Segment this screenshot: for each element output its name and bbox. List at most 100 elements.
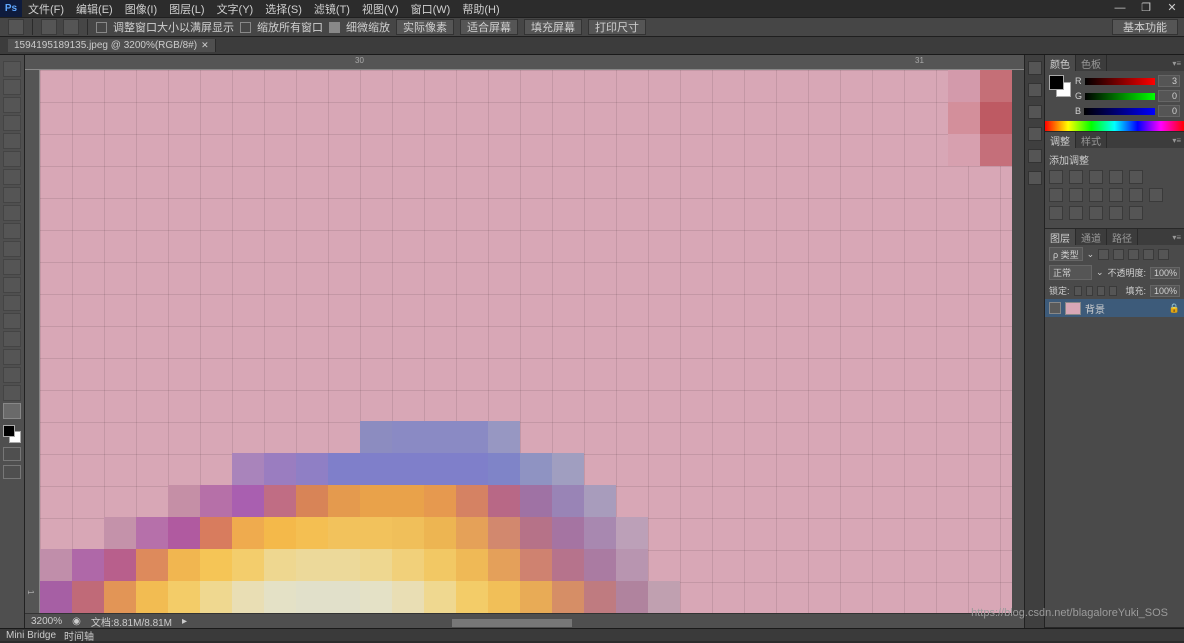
tab-color[interactable]: 颜色 — [1045, 55, 1076, 71]
exposure-icon[interactable] — [1109, 170, 1123, 184]
layer-item[interactable]: 背景 🔒 — [1045, 299, 1184, 317]
healing-brush-tool-icon[interactable] — [3, 169, 21, 185]
curves-icon[interactable] — [1089, 170, 1103, 184]
panel-flyout-icon[interactable]: ▾≡ — [1169, 136, 1184, 145]
stamp-tool-icon[interactable] — [3, 205, 21, 221]
g-value[interactable]: 0 — [1158, 90, 1180, 102]
vertical-scrollbar[interactable] — [1012, 70, 1024, 613]
hue-sat-icon[interactable] — [1049, 188, 1063, 202]
blend-mode-select[interactable]: 正常 — [1049, 265, 1092, 280]
layer-name[interactable]: 背景 — [1085, 301, 1105, 316]
tab-swatches[interactable]: 色板 — [1076, 55, 1107, 71]
filter-shape-icon[interactable] — [1143, 249, 1154, 260]
zoom-in-icon[interactable] — [41, 19, 57, 35]
threshold-icon[interactable] — [1089, 206, 1103, 220]
filter-adjust-icon[interactable] — [1113, 249, 1124, 260]
menu-view[interactable]: 视图(V) — [356, 1, 405, 17]
paragraph-panel-icon[interactable] — [1028, 149, 1042, 163]
resize-window-check[interactable] — [96, 22, 107, 33]
minimize-icon[interactable]: — — [1112, 1, 1128, 14]
character-panel-icon[interactable] — [1028, 105, 1042, 119]
menu-edit[interactable]: 编辑(E) — [70, 1, 119, 17]
lasso-tool-icon[interactable] — [3, 97, 21, 113]
menu-filter[interactable]: 滤镜(T) — [308, 1, 356, 17]
crop-tool-icon[interactable] — [3, 133, 21, 149]
lock-all-icon[interactable] — [1109, 286, 1117, 296]
scrubby-zoom-check[interactable] — [329, 22, 340, 33]
color-swatch[interactable] — [1049, 75, 1071, 97]
actual-pixels-button[interactable]: 实际像素 — [396, 19, 454, 35]
scrollbar-thumb[interactable] — [452, 619, 572, 627]
maximize-icon[interactable]: ❐ — [1138, 1, 1154, 14]
zoom-all-check[interactable] — [240, 22, 251, 33]
canvas[interactable] — [40, 70, 1012, 613]
marquee-tool-icon[interactable] — [3, 79, 21, 95]
r-value[interactable]: 3 — [1158, 75, 1180, 87]
opacity-value[interactable]: 100% — [1150, 267, 1180, 279]
eyedropper-tool-icon[interactable] — [3, 151, 21, 167]
layer-thumbnail[interactable] — [1065, 302, 1081, 315]
vibrance-icon[interactable] — [1129, 170, 1143, 184]
channel-mixer-icon[interactable] — [1129, 188, 1143, 202]
dodge-tool-icon[interactable] — [3, 295, 21, 311]
panel-flyout-icon[interactable]: ▾≡ — [1169, 233, 1184, 242]
horizontal-scrollbar[interactable] — [155, 618, 1004, 628]
bw-icon[interactable] — [1089, 188, 1103, 202]
ruler-vertical[interactable]: 1 — [25, 70, 40, 613]
menu-help[interactable]: 帮助(H) — [456, 1, 505, 17]
layer-filter-kind[interactable]: ρ 类型 — [1049, 247, 1083, 261]
foreground-color[interactable] — [3, 425, 15, 437]
tab-adjustments[interactable]: 调整 — [1045, 132, 1076, 148]
photo-filter-icon[interactable] — [1109, 188, 1123, 202]
status-icon[interactable]: ◉ — [72, 616, 81, 627]
menu-select[interactable]: 选择(S) — [259, 1, 308, 17]
fill-screen-button[interactable]: 填充屏幕 — [524, 19, 582, 35]
history-panel-icon[interactable] — [1028, 61, 1042, 75]
zoom-out-icon[interactable] — [63, 19, 79, 35]
pen-tool-icon[interactable] — [3, 313, 21, 329]
lock-position-icon[interactable] — [1097, 286, 1105, 296]
hand-tool-icon[interactable] — [3, 385, 21, 401]
color-lookup-icon[interactable] — [1149, 188, 1163, 202]
tab-layers[interactable]: 图层 — [1045, 229, 1076, 245]
selective-color-icon[interactable] — [1129, 206, 1143, 220]
posterize-icon[interactable] — [1069, 206, 1083, 220]
zoom-level[interactable]: 3200% — [31, 616, 62, 627]
visibility-eye-icon[interactable] — [1049, 302, 1061, 314]
lock-icon[interactable]: 🔒 — [1169, 303, 1180, 314]
blur-tool-icon[interactable] — [3, 277, 21, 293]
screen-mode-icon[interactable] — [3, 465, 21, 479]
tab-paths[interactable]: 路径 — [1107, 229, 1138, 245]
lock-transparency-icon[interactable] — [1074, 286, 1082, 296]
history-brush-tool-icon[interactable] — [3, 223, 21, 239]
b-value[interactable]: 0 — [1158, 105, 1180, 117]
properties-panel-icon[interactable] — [1028, 83, 1042, 97]
ruler-horizontal[interactable]: 30 31 — [25, 55, 1024, 70]
tab-channels[interactable]: 通道 — [1076, 229, 1107, 245]
fit-screen-button[interactable]: 适合屏幕 — [460, 19, 518, 35]
menu-file[interactable]: 文件(F) — [22, 1, 70, 17]
zoom-tool-icon[interactable] — [3, 403, 21, 419]
gradient-map-icon[interactable] — [1109, 206, 1123, 220]
menu-type[interactable]: 文字(Y) — [211, 1, 260, 17]
timeline-tab[interactable]: 时间轴 — [64, 628, 94, 643]
hue-bar[interactable] — [1045, 121, 1184, 131]
filter-pixel-icon[interactable] — [1098, 249, 1109, 260]
brush-tool-icon[interactable] — [3, 187, 21, 203]
levels-icon[interactable] — [1069, 170, 1083, 184]
b-slider[interactable] — [1084, 108, 1155, 115]
chevron-down-icon[interactable]: ⌄ — [1096, 267, 1104, 278]
fill-value[interactable]: 100% — [1150, 285, 1180, 297]
document-tab[interactable]: 1594195189135.jpeg @ 3200%(RGB/8#) ✕ — [8, 39, 216, 52]
quick-mask-icon[interactable] — [3, 447, 21, 461]
shape-tool-icon[interactable] — [3, 367, 21, 383]
menu-layer[interactable]: 图层(L) — [163, 1, 210, 17]
brush-panel-icon[interactable] — [1028, 127, 1042, 141]
panel-flyout-icon[interactable]: ▾≡ — [1169, 59, 1184, 68]
lock-pixels-icon[interactable] — [1086, 286, 1094, 296]
r-slider[interactable] — [1085, 78, 1156, 85]
invert-icon[interactable] — [1049, 206, 1063, 220]
foreground-swatch[interactable] — [1049, 75, 1064, 90]
move-tool-icon[interactable] — [3, 61, 21, 77]
eraser-tool-icon[interactable] — [3, 241, 21, 257]
